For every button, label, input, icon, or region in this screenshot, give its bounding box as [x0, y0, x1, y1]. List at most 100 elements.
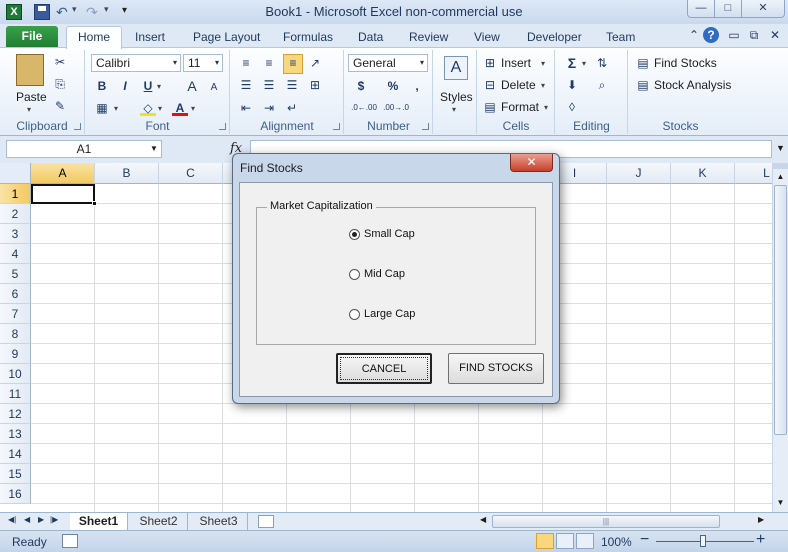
fill-color-dropdown-icon[interactable]: ▾: [158, 104, 162, 113]
stock-analysis-button[interactable]: Stock Analysis: [654, 78, 731, 92]
stock-analysis-icon[interactable]: ▤: [635, 77, 651, 93]
styles-dropdown-icon[interactable]: ▾: [452, 105, 456, 114]
name-box-dropdown-icon[interactable]: ▼: [150, 144, 158, 153]
fill-color-icon[interactable]: ◇: [140, 100, 156, 116]
underline-dropdown-icon[interactable]: ▾: [157, 82, 161, 91]
radio-large-cap-label[interactable]: Large Cap: [364, 308, 415, 320]
active-cell[interactable]: [31, 184, 95, 204]
name-box[interactable]: A1: [6, 140, 162, 158]
minimize-ribbon-icon[interactable]: ⌃: [686, 27, 702, 43]
paste-button[interactable]: Paste: [16, 90, 47, 104]
maximize-button[interactable]: □: [714, 0, 742, 18]
horizontal-scrollbar[interactable]: ◀ ||| ▶: [470, 515, 770, 529]
align-center-icon[interactable]: ☰: [261, 77, 277, 93]
paste-dropdown-icon[interactable]: ▾: [27, 105, 31, 114]
radio-small-cap-label[interactable]: Small Cap: [364, 228, 415, 240]
increase-decimal-button[interactable]: .0←.00: [350, 100, 378, 116]
row-header-15[interactable]: 15: [0, 464, 31, 484]
row-header-16[interactable]: 16: [0, 484, 31, 504]
last-sheet-icon[interactable]: |▶: [50, 515, 58, 524]
column-header-k[interactable]: K: [671, 163, 735, 184]
row-header-6[interactable]: 6: [0, 284, 31, 304]
row-header-5[interactable]: 5: [0, 264, 31, 284]
format-cells-button[interactable]: Format: [501, 100, 539, 114]
paste-icon[interactable]: [16, 54, 44, 86]
merge-center-icon[interactable]: ⊞: [307, 77, 323, 93]
page-layout-view-button[interactable]: [556, 533, 574, 549]
styles-button[interactable]: Styles: [440, 90, 473, 104]
tab-home[interactable]: Home: [66, 26, 122, 49]
radio-mid-cap-circle[interactable]: [349, 269, 360, 280]
borders-icon[interactable]: ▦: [94, 100, 110, 116]
tab-developer[interactable]: Developer: [527, 30, 582, 44]
zoom-level[interactable]: 100%: [601, 535, 632, 549]
underline-button[interactable]: U: [140, 78, 156, 94]
scroll-down-icon[interactable]: ▼: [773, 495, 788, 511]
tab-view[interactable]: View: [474, 30, 500, 44]
workbook-close-icon[interactable]: ✕: [767, 27, 783, 43]
comma-button[interactable]: ,: [409, 78, 425, 94]
row-header-13[interactable]: 13: [0, 424, 31, 444]
page-break-view-button[interactable]: [576, 533, 594, 549]
fill-icon[interactable]: ⬇: [564, 77, 580, 93]
row-header-3[interactable]: 3: [0, 224, 31, 244]
number-launcher-icon[interactable]: [422, 123, 429, 130]
find-select-icon[interactable]: ⌕: [594, 77, 610, 93]
record-macro-icon[interactable]: [62, 534, 78, 548]
tab-insert[interactable]: Insert: [135, 30, 165, 44]
shrink-font-button[interactable]: A: [206, 80, 222, 96]
normal-view-button[interactable]: [536, 533, 554, 549]
align-right-icon[interactable]: ☰: [284, 77, 300, 93]
tab-data[interactable]: Data: [358, 30, 383, 44]
row-header-9[interactable]: 9: [0, 344, 31, 364]
first-sheet-icon[interactable]: ◀|: [8, 515, 16, 524]
insert-dropdown-icon[interactable]: ▾: [541, 59, 545, 68]
alignment-launcher-icon[interactable]: [333, 123, 340, 130]
zoom-out-button[interactable]: −: [640, 531, 649, 549]
close-window-button[interactable]: ✕: [741, 0, 785, 18]
row-header-11[interactable]: 11: [0, 384, 31, 404]
number-format-combo[interactable]: General ▾: [348, 54, 428, 72]
italic-button[interactable]: I: [117, 78, 133, 94]
bold-button[interactable]: B: [94, 78, 110, 94]
sheet-tab-2[interactable]: Sheet2: [130, 513, 188, 530]
sheet-tab-3[interactable]: Sheet3: [190, 513, 248, 530]
format-dropdown-icon[interactable]: ▾: [544, 103, 548, 112]
column-header-l[interactable]: L: [735, 163, 772, 184]
format-cells-icon[interactable]: ▤: [482, 99, 498, 115]
radio-mid-cap-label[interactable]: Mid Cap: [364, 268, 405, 280]
scroll-up-icon[interactable]: ▲: [773, 169, 788, 185]
cancel-button[interactable]: CANCEL: [336, 353, 432, 384]
workbook-minimize-icon[interactable]: ▭: [726, 27, 742, 43]
column-header-b[interactable]: B: [95, 163, 159, 184]
tab-formulas[interactable]: Formulas: [283, 30, 333, 44]
column-header-j[interactable]: J: [607, 163, 671, 184]
align-top-icon[interactable]: ≡: [238, 55, 254, 71]
column-header-a[interactable]: A: [31, 163, 95, 184]
select-all-corner[interactable]: [0, 163, 31, 184]
currency-button[interactable]: $: [353, 78, 369, 94]
find-stocks-dialog-button[interactable]: FIND STOCKS: [448, 353, 544, 384]
insert-cells-button[interactable]: Insert: [501, 56, 531, 70]
orientation-icon[interactable]: ↗: [307, 55, 323, 71]
row-header-14[interactable]: 14: [0, 444, 31, 464]
autosum-icon[interactable]: Σ: [564, 55, 580, 71]
find-stocks-icon[interactable]: ▤: [635, 55, 651, 71]
scroll-left-icon[interactable]: ◀: [480, 515, 486, 524]
decrease-indent-icon[interactable]: ⇤: [238, 100, 254, 116]
prev-sheet-icon[interactable]: ◀: [24, 515, 30, 524]
radio-small-cap-circle[interactable]: [349, 229, 360, 240]
font-color-dropdown-icon[interactable]: ▾: [191, 104, 195, 113]
insert-cells-icon[interactable]: ⊞: [482, 55, 498, 71]
tab-team[interactable]: Team: [606, 30, 635, 44]
autosum-dropdown-icon[interactable]: ▾: [582, 59, 586, 68]
percent-button[interactable]: %: [385, 78, 401, 94]
row-header-10[interactable]: 10: [0, 364, 31, 384]
sheet-tab-1[interactable]: Sheet1: [70, 513, 128, 530]
grow-font-button[interactable]: A: [184, 78, 200, 94]
vertical-scrollbar[interactable]: ▲ ▼: [772, 163, 788, 512]
tab-file[interactable]: File: [6, 26, 58, 48]
row-header-2[interactable]: 2: [0, 204, 31, 224]
horizontal-scroll-thumb[interactable]: |||: [492, 515, 720, 528]
tab-page-layout[interactable]: Page Layout: [193, 30, 260, 44]
